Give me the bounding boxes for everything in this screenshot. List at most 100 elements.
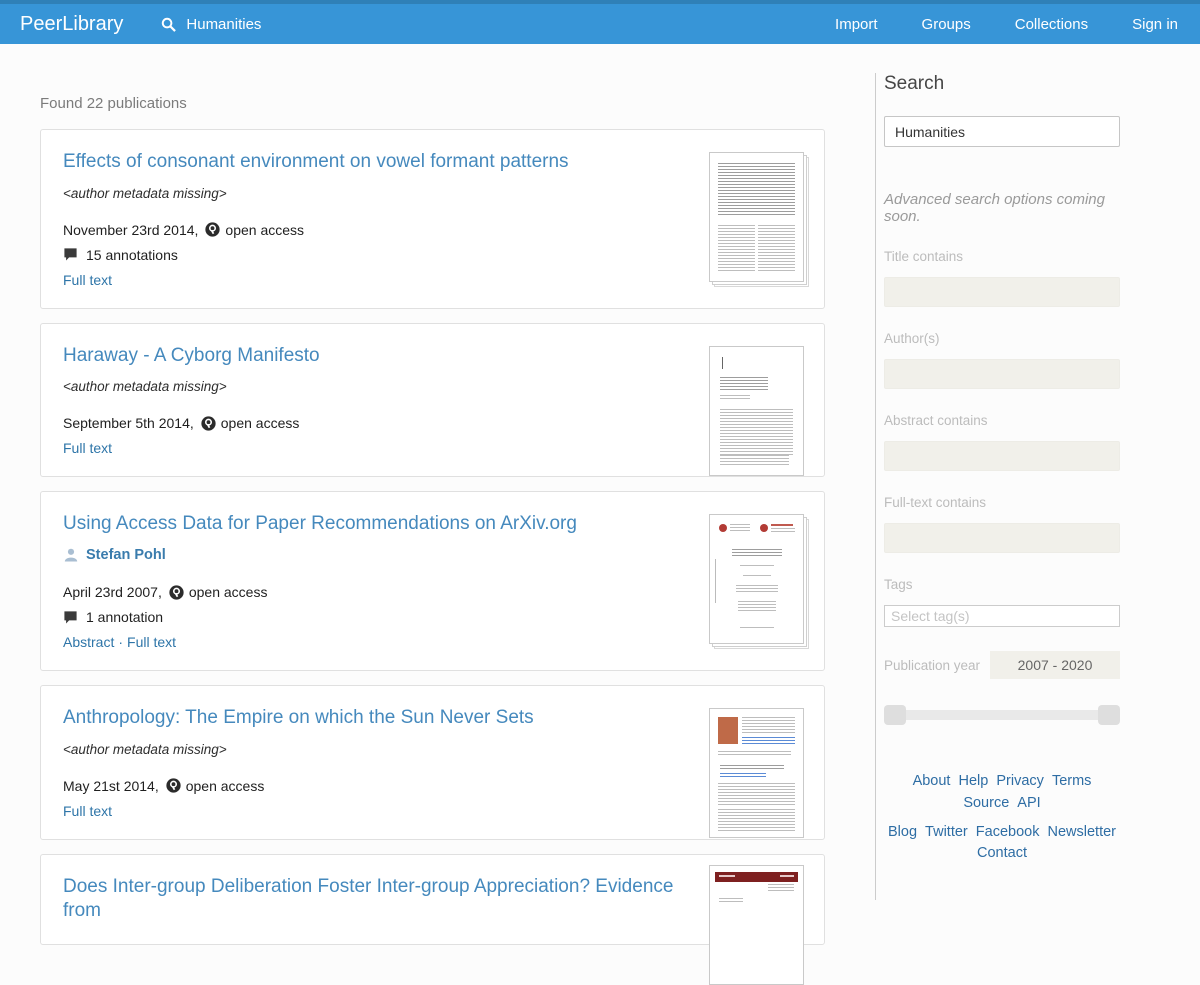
author-missing-note: <author metadata missing> (63, 186, 802, 201)
tags-select-input[interactable] (884, 605, 1120, 627)
publication-year-value: 2007 - 2020 (990, 651, 1120, 679)
navbar-search-input[interactable] (184, 15, 334, 34)
open-access-icon (205, 222, 220, 237)
abstract-link[interactable]: Abstract (63, 634, 114, 650)
publication-card: Anthropology: The Empire on which the Su… (40, 685, 825, 840)
footer-link-help[interactable]: Help (959, 773, 989, 789)
author-missing-note: <author metadata missing> (63, 742, 802, 757)
publication-year-row: Publication year 2007 - 2020 (884, 651, 1120, 679)
publication-card: Effects of consonant environment on vowe… (40, 129, 825, 309)
publication-card: Does Inter-group Deliberation Foster Int… (40, 854, 825, 945)
sidebar-title: Search (884, 73, 1120, 95)
publication-date: April 23rd 2007, (63, 584, 162, 600)
year-range-slider (884, 705, 1120, 725)
results-column: Found 22 publications Effects of consona… (40, 44, 825, 959)
title-contains-input (884, 277, 1120, 307)
title-contains-label: Title contains (884, 249, 1120, 264)
annotations-row: 15 annotations (63, 247, 802, 263)
navbar-links: Import Groups Collections Sign in (791, 16, 1178, 33)
publication-meta: September 5th 2014, open access (63, 415, 802, 431)
author-link[interactable]: Stefan Pohl (86, 547, 166, 563)
footer-link-source[interactable]: Source (963, 795, 1009, 811)
document-thumbnail[interactable] (709, 708, 804, 838)
publication-links: Full text (63, 272, 802, 288)
open-access-icon (166, 778, 181, 793)
footer-link-newsletter[interactable]: Newsletter (1048, 824, 1117, 840)
publication-date: November 23rd 2014, (63, 222, 198, 238)
publication-meta: November 23rd 2014, open access (63, 222, 802, 238)
search-icon (161, 17, 176, 32)
author-missing-note: <author metadata missing> (63, 379, 802, 394)
open-access-label: open access (225, 222, 304, 238)
publication-date: September 5th 2014, (63, 415, 194, 431)
footer-link-facebook[interactable]: Facebook (976, 824, 1040, 840)
authors-input (884, 359, 1120, 389)
publication-meta: May 21st 2014, open access (63, 778, 802, 794)
open-access-label: open access (221, 415, 300, 431)
tags-label: Tags (884, 577, 1120, 592)
publication-title[interactable]: Haraway - A Cyborg Manifesto (63, 344, 320, 369)
abstract-contains-input (884, 441, 1120, 471)
top-navbar: PeerLibrary Import Groups Collections Si… (0, 0, 1200, 44)
footer-link-api[interactable]: API (1017, 795, 1040, 811)
annotation-icon (63, 610, 78, 625)
publication-year-label: Publication year (884, 658, 980, 673)
main-content: Found 22 publications Effects of consona… (0, 44, 1200, 959)
fulltext-contains-label: Full-text contains (884, 495, 1120, 510)
open-access-icon (169, 585, 184, 600)
full-text-link[interactable]: Full text (127, 634, 176, 650)
nav-link-import[interactable]: Import (835, 16, 878, 33)
navbar-search[interactable] (161, 15, 334, 34)
full-text-link[interactable]: Full text (63, 803, 112, 819)
person-icon (63, 547, 79, 563)
results-count: Found 22 publications (40, 95, 825, 112)
nav-link-collections[interactable]: Collections (1015, 16, 1088, 33)
document-thumbnail[interactable] (709, 865, 804, 985)
footer-links-row: Blog Twitter Facebook Newsletter Contact (884, 822, 1120, 866)
brand-logo[interactable]: PeerLibrary (20, 13, 123, 36)
publication-title[interactable]: Does Inter-group Deliberation Foster Int… (63, 875, 693, 924)
slider-track[interactable] (884, 710, 1120, 720)
publication-links: Full text (63, 803, 802, 819)
publication-title[interactable]: Effects of consonant environment on vowe… (63, 150, 569, 175)
footer-link-twitter[interactable]: Twitter (925, 824, 968, 840)
annotations-count: 1 annotation (86, 609, 163, 625)
publication-card: Using Access Data for Paper Recommendati… (40, 491, 825, 671)
nav-link-groups[interactable]: Groups (922, 16, 971, 33)
full-text-link[interactable]: Full text (63, 272, 112, 288)
publication-card: Haraway - A Cyborg Manifesto <author met… (40, 323, 825, 478)
slider-handle-max[interactable] (1098, 705, 1120, 725)
document-thumbnail[interactable] (709, 514, 804, 644)
open-access-label: open access (189, 584, 268, 600)
footer-link-privacy[interactable]: Privacy (996, 773, 1044, 789)
authors-label: Author(s) (884, 331, 1120, 346)
open-access-label: open access (186, 778, 265, 794)
link-separator: · (118, 634, 123, 650)
abstract-contains-label: Abstract contains (884, 413, 1120, 428)
footer-link-contact[interactable]: Contact (977, 845, 1027, 861)
footer-link-terms[interactable]: Terms (1052, 773, 1091, 789)
document-thumbnail[interactable] (709, 346, 804, 476)
footer-link-about[interactable]: About (913, 773, 951, 789)
open-access-icon (201, 416, 216, 431)
fulltext-contains-input (884, 523, 1120, 553)
full-text-link[interactable]: Full text (63, 440, 112, 456)
annotation-icon (63, 247, 78, 262)
slider-handle-min[interactable] (884, 705, 906, 725)
nav-link-sign-in[interactable]: Sign in (1132, 16, 1178, 33)
coming-soon-note: Advanced search options coming soon. (884, 191, 1120, 225)
publication-links: Full text (63, 440, 802, 456)
document-thumbnail[interactable] (709, 152, 804, 282)
publication-meta: April 23rd 2007, open access (63, 584, 802, 600)
sidebar-footer: About Help Privacy Terms Source API Blog… (884, 771, 1120, 865)
publication-title[interactable]: Anthropology: The Empire on which the Su… (63, 706, 534, 731)
publication-links: Abstract·Full text (63, 634, 802, 650)
footer-links-row: About Help Privacy Terms Source API (884, 771, 1120, 815)
footer-link-blog[interactable]: Blog (888, 824, 917, 840)
sidebar-search-input[interactable] (884, 116, 1120, 147)
author-row: Stefan Pohl (63, 547, 802, 563)
annotations-count: 15 annotations (86, 247, 178, 263)
annotations-row: 1 annotation (63, 609, 802, 625)
publication-title[interactable]: Using Access Data for Paper Recommendati… (63, 512, 577, 537)
search-sidebar: Search Advanced search options coming so… (875, 73, 1120, 900)
